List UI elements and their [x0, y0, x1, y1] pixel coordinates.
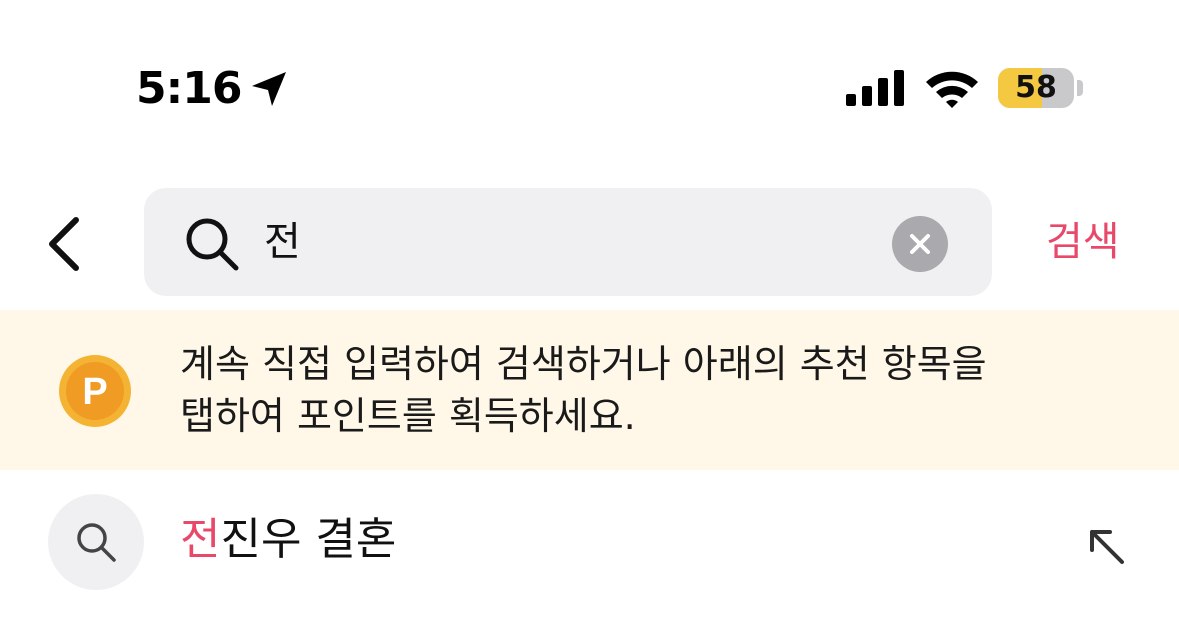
search-icon: [186, 218, 239, 271]
banner-message: 계속 직접 입력하여 검색하거나 아래의 추천 항목을 탭하여 포인트를 획득하…: [180, 338, 1140, 442]
battery-percentage: 58: [1015, 70, 1057, 105]
banner-line-1: 계속 직접 입력하여 검색하거나 아래의 추천 항목을: [180, 342, 987, 386]
fill-arrow-icon[interactable]: [1084, 524, 1128, 568]
suggestion-item[interactable]: 전진우 결혼: [0, 480, 1179, 610]
search-input[interactable]: 전: [144, 188, 992, 296]
back-button[interactable]: [40, 212, 92, 276]
suggestion-icon-wrap: [48, 494, 144, 590]
wifi-icon: [926, 71, 978, 108]
battery-tip: [1077, 80, 1083, 96]
suggestion-match-text: 전: [180, 514, 221, 565]
battery-icon: 58: [998, 68, 1074, 108]
location-arrow-icon: [252, 72, 286, 106]
clear-x-icon: [910, 234, 930, 254]
points-banner: P 계속 직접 입력하여 검색하거나 아래의 추천 항목을 탭하여 포인트를 획…: [0, 310, 1179, 470]
banner-line-2: 탭하여 포인트를 획득하세요.: [180, 394, 636, 438]
clear-button[interactable]: [892, 216, 948, 272]
status-time: 5:16: [136, 63, 242, 114]
points-coin-icon: P: [59, 355, 131, 427]
search-icon: [77, 523, 116, 562]
suggestion-rest-text: 진우 결혼: [220, 514, 397, 565]
points-coin-letter: P: [82, 371, 107, 413]
search-query-text[interactable]: 전: [264, 188, 301, 296]
cellular-signal-icon: [846, 70, 904, 106]
search-submit-button[interactable]: 검색: [1046, 210, 1120, 274]
suggestion-label: 전진우 결혼: [180, 510, 396, 570]
